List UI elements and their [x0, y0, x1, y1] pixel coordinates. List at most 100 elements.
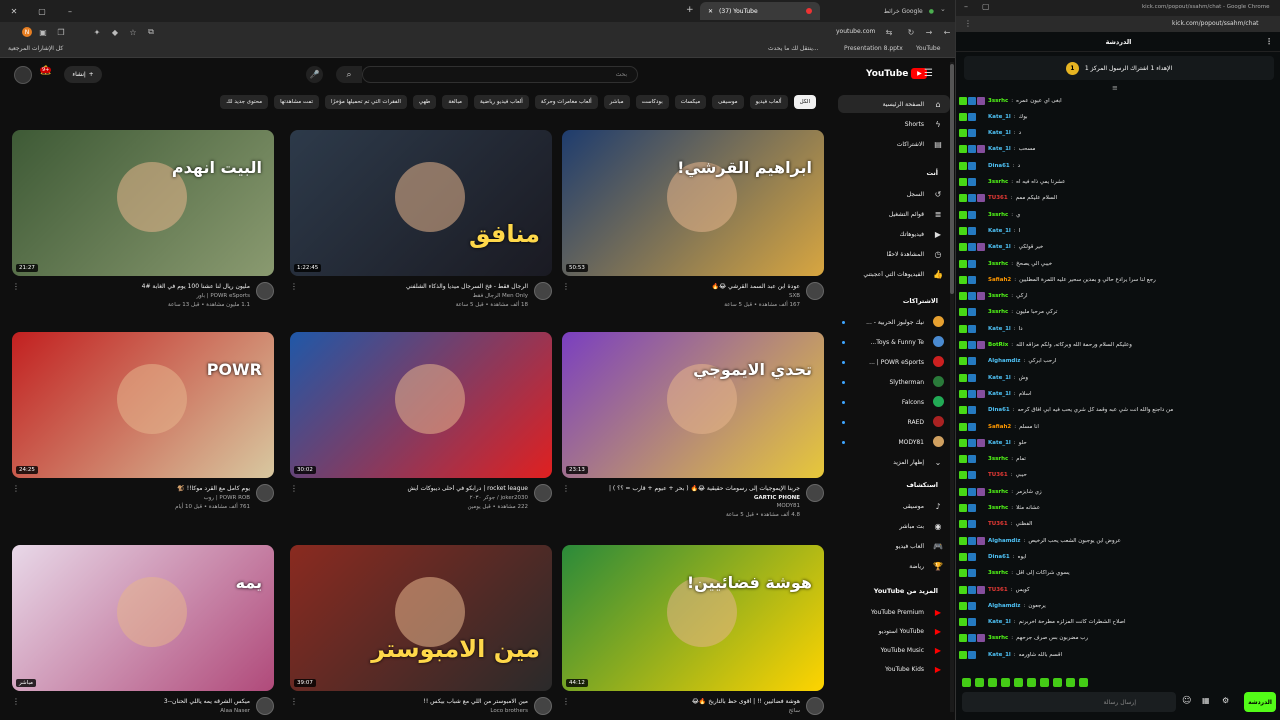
sidebar-sub-1[interactable]: Toys & Funny Te...	[838, 333, 950, 351]
chip-4[interactable]: بودكاست	[635, 95, 669, 109]
chat-username[interactable]: Kate_1l	[988, 391, 1011, 397]
sidebar-explore-1[interactable]: ◉ بث مباشر	[838, 517, 950, 535]
maximize-window-icon[interactable]: ▢	[28, 0, 56, 22]
chat-username[interactable]: Dina61	[988, 407, 1010, 413]
chat-message[interactable]: Alghamdiz: عروض اين يوجبون الشعب يحب الرخ…	[959, 534, 1279, 547]
forward-icon[interactable]: →	[922, 25, 936, 39]
chat-username[interactable]: 3ssrhc	[988, 309, 1008, 315]
chat-username[interactable]: 3ssrhc	[988, 505, 1008, 511]
avatar[interactable]	[14, 66, 32, 84]
chat-username[interactable]: Kate_1l	[988, 130, 1011, 136]
chat-username[interactable]: 3ssrhc	[988, 179, 1008, 185]
sidebar-sub-2[interactable]: POWR eSports | ...	[838, 353, 950, 371]
site-settings-icon[interactable]: ⇆	[882, 25, 896, 39]
channel-name[interactable]: POWR eSports | باور	[196, 293, 250, 299]
more-options-icon[interactable]: ⋮	[12, 282, 20, 291]
chat-gear-icon[interactable]: ⚙	[1222, 696, 1229, 705]
chat-message[interactable]: TU361: كويس	[959, 583, 1279, 596]
create-button[interactable]: إنشاء +	[64, 66, 102, 83]
channel-avatar[interactable]	[534, 484, 552, 502]
copy-icon[interactable]: ❐	[54, 25, 68, 39]
chat-message[interactable]: 3ssrhc: عشرنا يمي ذاه فيه اه	[959, 176, 1279, 189]
chat-username[interactable]: 3ssrhc	[988, 212, 1008, 218]
chat-message[interactable]: 3ssrhc: اركي	[959, 290, 1279, 303]
new-tab-icon[interactable]: +	[686, 5, 694, 15]
window-maximize-icon[interactable]: ▢	[982, 2, 990, 11]
sidebar-item-you-0[interactable]: ↺ السجل	[838, 185, 950, 203]
chip-12[interactable]: محتوى جديد لك	[220, 95, 269, 109]
channel-name[interactable]: POWR ROB | روب	[204, 495, 250, 501]
chat-message[interactable]: Alghamdiz: يرجعون	[959, 599, 1279, 612]
chat-username[interactable]: Safiah2	[988, 277, 1011, 283]
search-input[interactable]: بحث	[362, 66, 638, 83]
sidebar-sub-3[interactable]: Slytherman	[838, 373, 950, 391]
channel-avatar[interactable]	[534, 282, 552, 300]
video-card[interactable]: منافق 1:22:45 الرجال فقط - فخ السرجال ميدي…	[290, 130, 552, 322]
chat-username[interactable]: 3ssrhc	[988, 456, 1008, 462]
tab-search-icon[interactable]: ⌄	[940, 5, 946, 13]
chat-message[interactable]: 3ssrhc: تركي مرحبا مليون	[959, 306, 1279, 319]
voice-search-icon[interactable]: 🎤	[306, 66, 323, 83]
video-card[interactable]: مين الامبوستر 39:07 مين الامبوستر من اللي …	[290, 545, 552, 720]
chip-1[interactable]: ألعاب فيديو	[749, 95, 788, 109]
chat-username[interactable]: TU361	[988, 472, 1008, 478]
chat-message[interactable]: Alghamdiz: ارحب ابركي	[959, 355, 1279, 368]
chat-username[interactable]: TU361	[988, 587, 1008, 593]
chip-11[interactable]: تمت مشاهدتها	[274, 95, 320, 109]
chat-username[interactable]: Dina61	[988, 163, 1010, 169]
video-card[interactable]: هوشة فضائيين! 44:12 هوشة فضائيين !! | أقوى…	[562, 545, 824, 720]
video-card[interactable]: البيت انهدم 21:27 مليون ريال لنا عشنا 100 …	[12, 130, 274, 322]
chat-username[interactable]: Safiah2	[988, 424, 1011, 430]
chat-username[interactable]: Kate_1l	[988, 652, 1011, 658]
chat-message[interactable]: 3ssrhc: تمام	[959, 453, 1279, 466]
video-card[interactable]: 30:02 rocket league | درابكو في أحلى ديبو…	[290, 332, 552, 524]
emote-icon[interactable]	[1053, 677, 1062, 687]
emote-icon[interactable]	[1027, 677, 1036, 687]
chat-username[interactable]: TU361	[988, 521, 1008, 527]
chat-username[interactable]: BotRix	[988, 342, 1008, 348]
video-thumbnail[interactable]: منافق 1:22:45	[290, 130, 552, 276]
search-button[interactable]: ⌕	[336, 66, 362, 83]
all-bookmarks[interactable]: كل الإشارات المرجعية	[8, 45, 63, 52]
chat-message[interactable]: 3ssrhc: رب مضربون بس صرف جرحهم	[959, 632, 1279, 645]
sidebar-more-3[interactable]: ▶ YouTube Kids	[838, 660, 950, 678]
more-options-icon[interactable]: ⋮	[290, 484, 298, 493]
chat-input[interactable]: إرسال رسالة	[962, 692, 1176, 712]
chip-10[interactable]: الفقرات التي تم تحميلها مؤخرًا	[325, 95, 407, 109]
chat-message[interactable]: Kate_1l: حلو	[959, 436, 1279, 449]
sidebar-item-you-3[interactable]: ◷ المشاهدة لاحقًا	[838, 245, 950, 263]
video-title[interactable]: ميكس الشرقه يمه ياللي الحنان--3	[25, 698, 250, 705]
video-title[interactable]: مين الامبوستر من اللي مع شباب بيكس !!	[303, 698, 528, 705]
tab-close-icon[interactable]: ✕	[708, 8, 713, 15]
chat-message[interactable]: Safiah2: رجع لنا سرا يرادع حالي و بمدين س…	[959, 273, 1279, 286]
chat-message[interactable]: TU361: حيبي	[959, 469, 1279, 482]
chat-message[interactable]: Kate_1l: بوك	[959, 110, 1279, 123]
more-options-icon[interactable]: ⋮	[290, 282, 298, 291]
chat-message[interactable]: 3ssrhc: ابغى اي عيون عمره	[959, 94, 1279, 107]
channel-name[interactable]: Men Only الرجال فقط	[473, 293, 528, 299]
chat-message[interactable]: Kate_1l: اصلاح الشطرات كانت المزلزه مطرحة…	[959, 616, 1279, 629]
channel-name[interactable]: سائح	[789, 708, 800, 714]
chat-username[interactable]: Alghamdiz	[988, 603, 1020, 609]
sidebar-explore-2[interactable]: 🎮 ألعاب فيديو	[838, 537, 950, 555]
chat-settings-icon[interactable]: ⋮	[1265, 37, 1273, 46]
back-icon[interactable]: ←	[940, 25, 954, 39]
emote-icon[interactable]	[1079, 677, 1088, 687]
tab-youtube[interactable]: ✕ (37) YouTube	[700, 2, 820, 20]
chat-username[interactable]: Kate_1l	[988, 375, 1011, 381]
chat-message[interactable]: Kate_1l: د	[959, 127, 1279, 140]
chat-username[interactable]: Kate_1l	[988, 228, 1011, 234]
chat-users-icon[interactable]: ▦	[1202, 696, 1210, 705]
chat-username[interactable]: Kate_1l	[988, 619, 1011, 625]
chip-0[interactable]: الكل	[793, 95, 816, 109]
chat-message[interactable]: Dina61: ايوه	[959, 550, 1279, 563]
more-options-icon[interactable]: ⋮	[562, 484, 570, 493]
sidebar-more-0[interactable]: ▶ YouTube Premium	[838, 603, 950, 621]
emote-icon[interactable]	[962, 677, 971, 687]
chat-username[interactable]: 3ssrhc	[988, 570, 1008, 576]
chat-message[interactable]: 3ssrhc: ي	[959, 208, 1279, 221]
chat-username[interactable]: Kate_1l	[988, 244, 1011, 250]
channel-name[interactable]: GARTIC PHONE	[754, 495, 800, 501]
chat-message[interactable]: TU361: السلام عليكم ممم	[959, 192, 1279, 205]
chip-7[interactable]: ألعاب فيديو رياضية	[473, 95, 529, 109]
